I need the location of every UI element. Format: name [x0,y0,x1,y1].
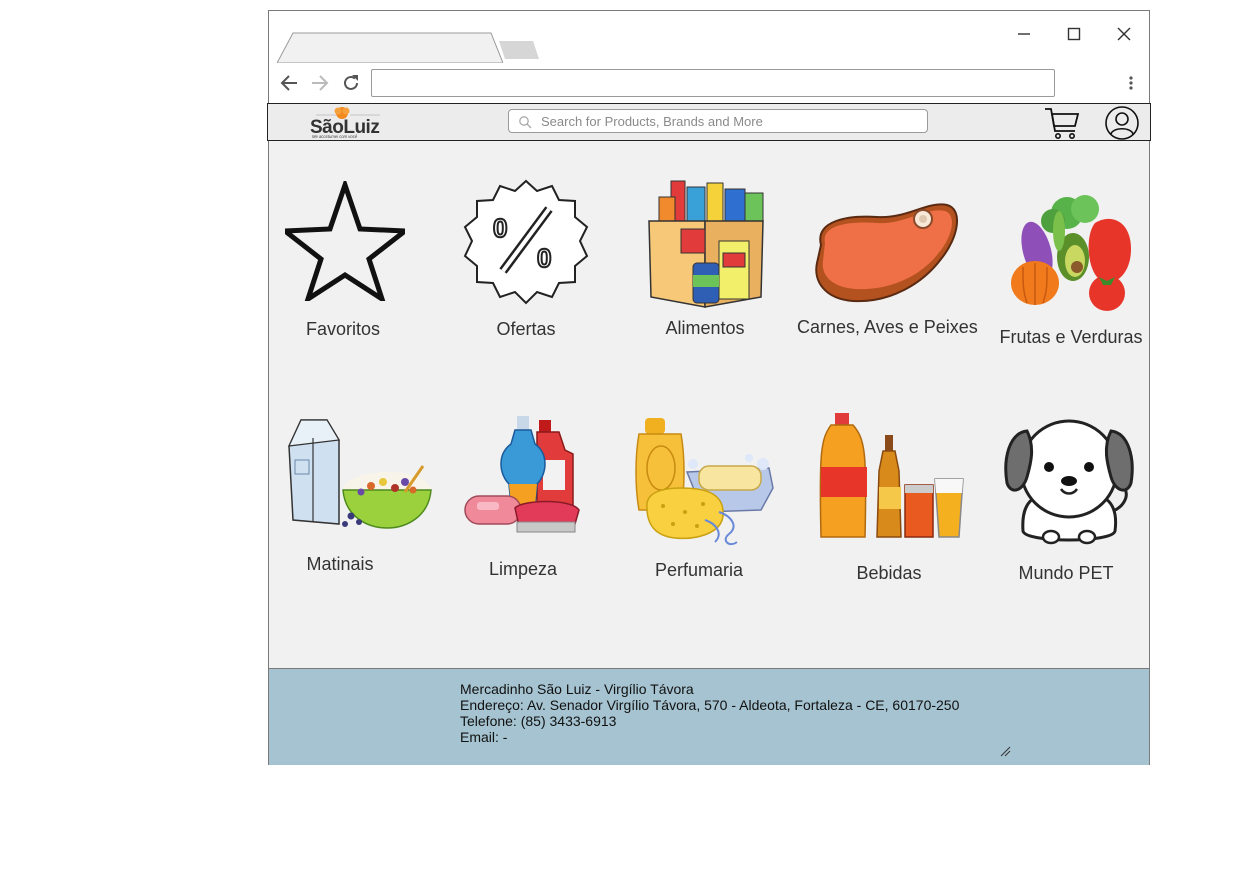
browser-navbar [269,63,1149,103]
category-label: Perfumaria [654,560,744,580]
category-frutas-verduras[interactable]: Frutas e Verduras [997,191,1147,347]
address-bar[interactable] [371,69,1055,97]
percent-badge-icon: 0 0 [463,179,589,305]
category-label: Favoritos [305,319,381,339]
steak-icon [815,203,959,303]
store-info: Mercadinho São Luiz - Virgílio Távora En… [460,681,959,745]
category-bebidas[interactable]: Bebidas [809,411,969,585]
user-icon[interactable] [1104,106,1140,140]
site-header: SãoLuiz Me acostumei com você [267,103,1151,141]
kebab-icon[interactable] [1121,73,1141,93]
store-phone: Telefone: (85) 3433-6913 [460,713,617,729]
groceries-box-icon [648,180,764,308]
close-icon[interactable] [1109,19,1139,49]
new-tab-button[interactable] [499,41,539,59]
category-ofertas[interactable]: 0 0 Ofertas [459,179,595,343]
browser-titlebar [269,11,1149,63]
soap-sponge-icon [635,418,774,546]
category-mundo-pet[interactable]: Mundo PET [999,411,1149,587]
svg-text:0: 0 [493,213,507,243]
forward-arrow-icon[interactable] [308,71,332,95]
maximize-icon[interactable] [1059,19,1089,49]
vegetables-icon [1011,195,1131,311]
sao-luiz-logo[interactable]: SãoLuiz Me acostumei com você [308,105,388,139]
category-favoritos[interactable]: Favoritos [283,181,407,341]
search-icon [519,116,532,129]
category-label: Carnes, Aves e Peixes [797,317,978,337]
category-label: Limpeza [488,559,558,579]
category-label: Matinais [306,554,374,574]
category-alimentos[interactable]: Alimentos [643,179,769,341]
category-label: Frutas e Verduras [999,327,1143,347]
dog-icon [1004,419,1134,545]
browser-tab[interactable] [277,31,503,63]
cart-icon[interactable] [1044,106,1080,140]
drinks-icon [819,413,964,538]
minimize-icon[interactable] [1009,19,1039,49]
reload-icon[interactable] [339,71,363,95]
category-perfumaria[interactable]: Perfumaria [631,416,779,582]
category-label: Ofertas [496,319,556,339]
search-input[interactable] [541,111,911,131]
store-name: Mercadinho São Luiz - Virgílio Távora [460,681,694,697]
category-label: Mundo PET [1018,563,1114,583]
search-box[interactable] [508,109,928,133]
category-label: Bebidas [856,563,922,583]
browser-window: SãoLuiz Me acostumei com você Favoritos [267,10,1151,765]
star-icon [285,181,405,301]
svg-text:0: 0 [537,243,551,273]
store-email: Email: - [460,729,508,745]
category-carnes-aves-peixes[interactable]: Carnes, Aves e Peixes [797,191,978,341]
back-arrow-icon[interactable] [277,71,301,95]
category-matinais[interactable]: Matinais [285,416,435,576]
category-label: Alimentos [665,318,745,338]
site-footer: Mercadinho São Luiz - Virgílio Távora En… [269,668,1149,765]
category-limpeza[interactable]: Limpeza [459,414,589,580]
resize-handle-icon[interactable] [999,745,1011,757]
milk-cereal-icon [288,419,432,529]
cleaning-products-icon [464,416,580,533]
svg-text:Me acostumei com você: Me acostumei com você [312,134,358,139]
store-address: Endereço: Av. Senador Virgílio Távora, 5… [460,697,960,713]
